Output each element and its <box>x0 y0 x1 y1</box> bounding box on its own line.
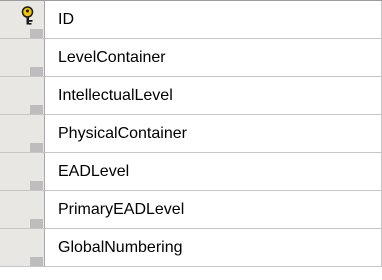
table-row[interactable]: IntellectualLevel <box>0 77 382 115</box>
row-marker <box>30 257 43 266</box>
column-name: GlobalNumbering <box>58 239 183 256</box>
column-name-cell[interactable]: EADLevel <box>45 153 382 191</box>
table-row[interactable]: ID <box>0 1 382 39</box>
column-grid: ID LevelContainer IntellectualLevel Phys… <box>0 0 382 280</box>
row-selector[interactable] <box>0 191 45 229</box>
row-selector[interactable] <box>0 115 45 153</box>
key-icon <box>21 6 34 25</box>
table-row[interactable]: LevelContainer <box>0 39 382 77</box>
row-selector[interactable] <box>0 153 45 191</box>
row-selector[interactable] <box>0 77 45 115</box>
column-name-cell[interactable]: LevelContainer <box>45 39 382 77</box>
row-marker <box>30 29 43 38</box>
row-marker <box>30 67 43 76</box>
column-name: LevelContainer <box>58 49 166 66</box>
row-marker <box>30 143 43 152</box>
row-selector[interactable] <box>0 1 45 39</box>
column-name-cell[interactable]: IntellectualLevel <box>45 77 382 115</box>
table-row[interactable]: GlobalNumbering <box>0 229 382 267</box>
column-name-cell[interactable]: GlobalNumbering <box>45 229 382 267</box>
column-name: EADLevel <box>58 163 130 180</box>
row-selector[interactable] <box>0 229 45 267</box>
row-selector[interactable] <box>0 39 45 77</box>
table-row[interactable]: EADLevel <box>0 153 382 191</box>
column-name: PrimaryEADLevel <box>58 201 185 218</box>
column-name-cell[interactable]: PhysicalContainer <box>45 115 382 153</box>
row-marker <box>30 181 43 190</box>
column-name: PhysicalContainer <box>58 125 187 142</box>
column-name-cell[interactable]: ID <box>45 1 382 39</box>
row-marker <box>30 219 43 228</box>
column-name-cell[interactable]: PrimaryEADLevel <box>45 191 382 229</box>
column-name: IntellectualLevel <box>58 87 173 104</box>
table-row[interactable]: PrimaryEADLevel <box>0 191 382 229</box>
column-name: ID <box>58 11 74 28</box>
row-marker <box>30 105 43 114</box>
table-row[interactable]: PhysicalContainer <box>0 115 382 153</box>
